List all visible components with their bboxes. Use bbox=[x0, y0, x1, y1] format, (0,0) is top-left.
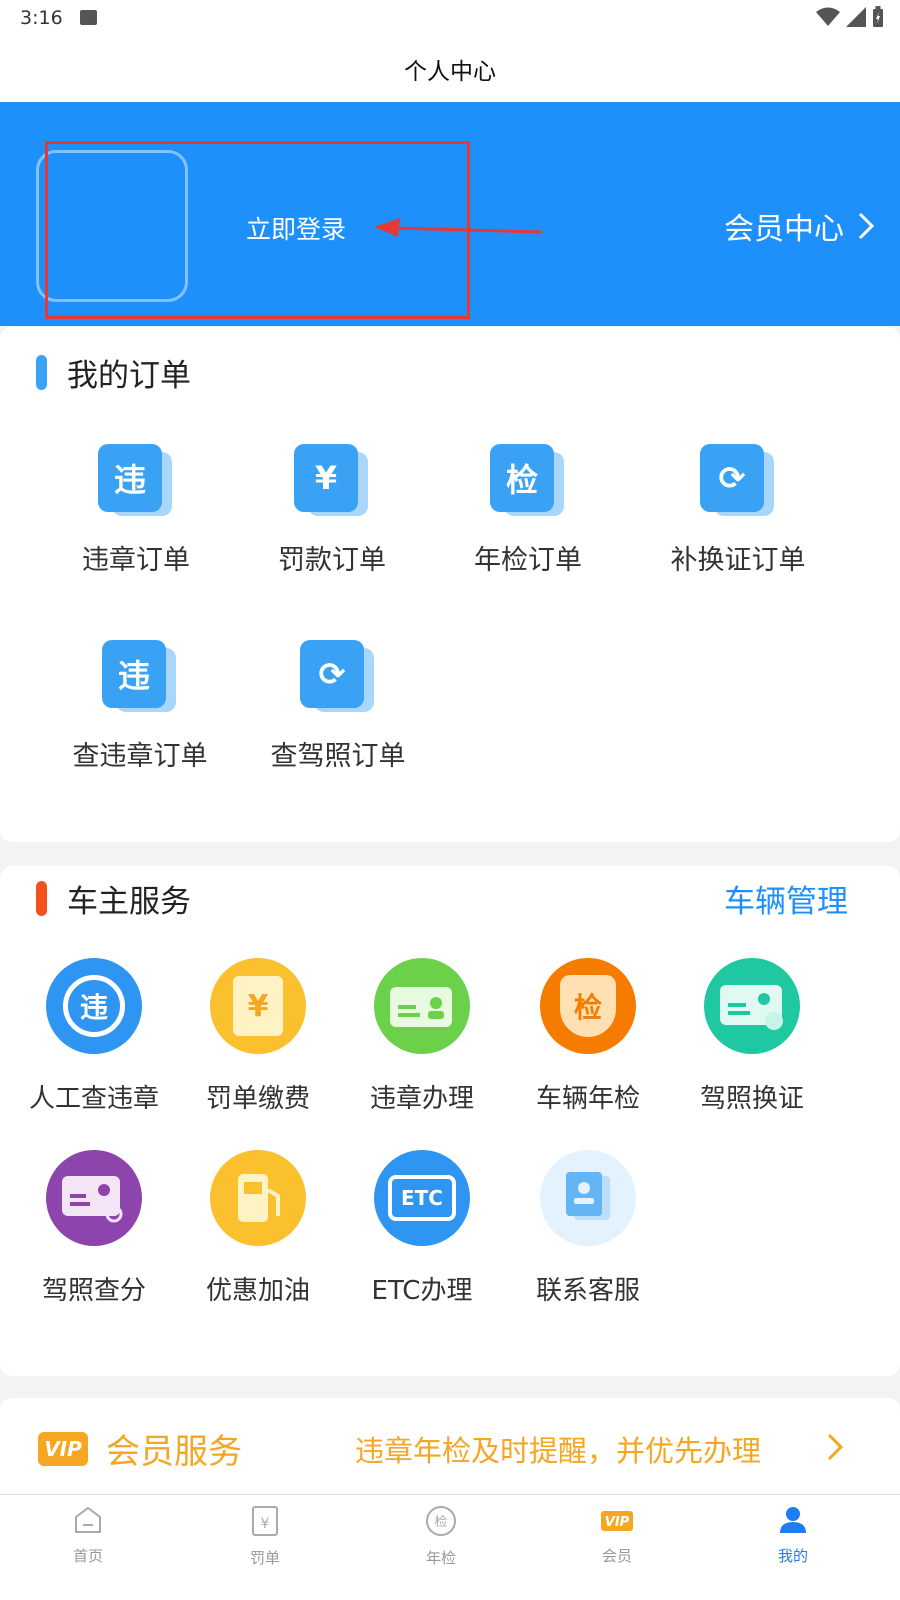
order-item-license-query[interactable]: ⟳ 查驾照订单 bbox=[238, 640, 438, 773]
vip-description: 违章年检及时提醒，并优先办理 bbox=[355, 1434, 762, 1468]
status-icons bbox=[816, 6, 884, 28]
refresh-icon: ⟳ bbox=[300, 640, 376, 716]
tab-label: 罚单 bbox=[249, 1549, 280, 1567]
service-item[interactable]: 优惠加油 bbox=[174, 1150, 342, 1307]
signal-icon bbox=[846, 7, 866, 27]
service-item[interactable]: 违章办理 bbox=[338, 958, 506, 1115]
chevron-right-icon bbox=[827, 1433, 844, 1461]
home-icon bbox=[75, 1506, 101, 1533]
tab-inspection[interactable]: 检 年检 bbox=[396, 1505, 486, 1568]
tab-profile[interactable]: 我的 bbox=[748, 1505, 838, 1566]
svg-text:检: 检 bbox=[434, 1515, 447, 1530]
order-label: 年检订单 bbox=[474, 545, 582, 576]
ticket-icon: ¥ bbox=[252, 1506, 278, 1536]
member-center-label: 会员中心 bbox=[724, 212, 844, 247]
tab-home[interactable]: 首页 bbox=[43, 1505, 133, 1566]
violation-search-icon: 违 bbox=[46, 958, 142, 1054]
vip-title: 会员服务 bbox=[106, 1432, 242, 1472]
tab-vip[interactable]: VIP 会员 bbox=[572, 1505, 662, 1566]
inspection-icon: 检 bbox=[426, 1506, 456, 1536]
license-renew-icon bbox=[704, 958, 800, 1054]
service-item[interactable]: ETC ETC办理 bbox=[338, 1150, 506, 1307]
service-item[interactable]: 联系客服 bbox=[504, 1150, 672, 1307]
tab-label: 会员 bbox=[601, 1547, 632, 1565]
service-item[interactable]: 检 车辆年检 bbox=[504, 958, 672, 1115]
license-points-icon bbox=[46, 1150, 142, 1246]
page-title: 个人中心 bbox=[404, 59, 496, 85]
order-label: 查驾照订单 bbox=[270, 741, 406, 772]
battery-icon bbox=[873, 6, 883, 27]
bottom-tab-bar: 首页 ¥ 罚单 检 年检 VIP 会员 我的 bbox=[0, 1494, 900, 1600]
customer-service-icon bbox=[540, 1150, 636, 1246]
tab-label: 年检 bbox=[425, 1549, 456, 1567]
tab-label: 首页 bbox=[72, 1547, 103, 1565]
vip-badge: VIP bbox=[38, 1432, 88, 1466]
annotation-arrow bbox=[374, 218, 543, 237]
order-label: 违章订单 bbox=[82, 545, 190, 576]
order-item-fine[interactable]: ¥ 罚款订单 bbox=[232, 444, 432, 577]
service-label: 人工查违章 bbox=[28, 1084, 159, 1114]
image-notification-icon bbox=[80, 10, 97, 25]
violation-icon: 违 bbox=[98, 444, 174, 520]
service-item[interactable]: 驾照换证 bbox=[668, 958, 836, 1115]
member-center-link[interactable]: 会员中心 bbox=[724, 204, 874, 248]
refresh-icon: ⟳ bbox=[700, 444, 776, 520]
chevron-right-icon bbox=[858, 212, 874, 240]
inspection-icon: 检 bbox=[490, 444, 566, 520]
fuel-pump-icon bbox=[210, 1150, 306, 1246]
service-label: 优惠加油 bbox=[205, 1276, 310, 1306]
section-accent-bar bbox=[36, 881, 47, 916]
order-label: 查违章订单 bbox=[72, 741, 208, 772]
service-item[interactable]: ¥ 罚单缴费 bbox=[174, 958, 342, 1115]
order-label: 补换证订单 bbox=[670, 545, 806, 576]
vip-icon: VIP bbox=[601, 1511, 633, 1531]
service-item[interactable]: 违 人工查违章 bbox=[10, 958, 178, 1115]
orders-title-text: 我的订单 bbox=[67, 358, 191, 394]
order-label: 罚款订单 bbox=[278, 545, 386, 576]
profile-icon bbox=[780, 1507, 806, 1533]
status-bar: 3:16 bbox=[0, 0, 900, 36]
order-item-license-replace[interactable]: ⟳ 补换证订单 bbox=[638, 444, 838, 577]
wifi-icon bbox=[816, 7, 840, 26]
order-item-violation-query[interactable]: 违 查违章订单 bbox=[40, 640, 240, 773]
service-label: 联系客服 bbox=[535, 1276, 640, 1306]
violation-icon: 违 bbox=[102, 640, 178, 716]
service-label: 驾照查分 bbox=[41, 1276, 146, 1306]
services-title-text: 车主服务 bbox=[67, 884, 191, 920]
services-section-title: 车主服务 bbox=[36, 876, 191, 921]
service-label: 罚单缴费 bbox=[205, 1084, 310, 1114]
etc-icon: ETC bbox=[374, 1150, 470, 1246]
svg-text:¥: ¥ bbox=[261, 1516, 270, 1532]
service-label: 驾照换证 bbox=[699, 1084, 804, 1114]
order-item-violation[interactable]: 违 违章订单 bbox=[36, 444, 236, 577]
svg-text:VIP: VIP bbox=[605, 1515, 630, 1530]
yen-icon: ¥ bbox=[294, 444, 370, 520]
vehicle-management-link[interactable]: 车辆管理 bbox=[724, 876, 848, 921]
tab-label: 我的 bbox=[777, 1547, 808, 1565]
order-item-inspection[interactable]: 检 年检订单 bbox=[428, 444, 628, 577]
status-time: 3:16 bbox=[20, 7, 63, 29]
id-card-icon bbox=[374, 958, 470, 1054]
service-item[interactable]: 驾照查分 bbox=[10, 1150, 178, 1307]
section-accent-bar bbox=[36, 355, 47, 390]
fine-payment-icon: ¥ bbox=[210, 958, 306, 1054]
service-label: ETC办理 bbox=[371, 1276, 473, 1306]
shield-inspection-icon: 检 bbox=[540, 958, 636, 1054]
service-label: 车辆年检 bbox=[535, 1084, 640, 1114]
orders-section-title: 我的订单 bbox=[36, 350, 191, 395]
title-bar: 个人中心 bbox=[0, 36, 900, 102]
service-label: 违章办理 bbox=[369, 1084, 474, 1114]
tab-ticket[interactable]: ¥ 罚单 bbox=[220, 1505, 310, 1568]
